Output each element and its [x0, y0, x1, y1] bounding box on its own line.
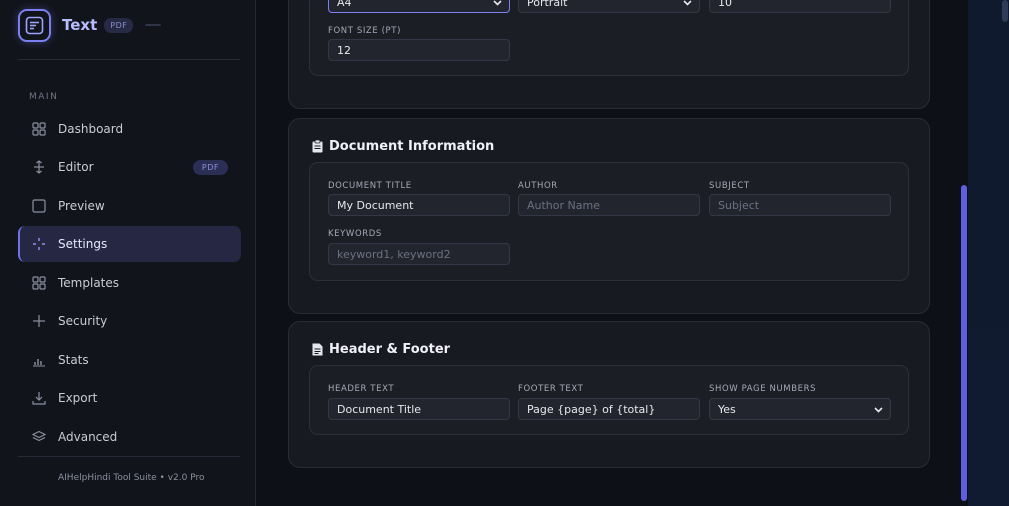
sidebar-item-settings[interactable]: Settings	[18, 226, 241, 262]
sidebar-item-preview[interactable]: Preview	[18, 188, 241, 224]
chevron-down-icon	[493, 0, 502, 6]
sparkle-icon	[31, 236, 47, 252]
sidebar-item-label: Templates	[58, 276, 120, 290]
sidebar-item-label: Stats	[58, 353, 89, 367]
window-scrollbar-thumb[interactable]	[1002, 0, 1008, 22]
app-root: Text PDF MAIN Dashboard Editor PDF Previ…	[0, 0, 1009, 506]
card-title: Document Information	[312, 139, 494, 154]
show-page-numbers-select[interactable]: Yes	[709, 398, 891, 420]
sidebar-footer: AIHelpHindi Tool Suite • v2.0 Pro	[58, 473, 205, 483]
font-size-input[interactable]	[328, 39, 510, 61]
author-label: AUTHOR	[518, 181, 558, 191]
chevron-down-icon	[874, 407, 883, 413]
sidebar: Text PDF MAIN Dashboard Editor PDF Previ…	[0, 0, 256, 506]
move-icon	[31, 159, 47, 175]
sidebar-item-label: Dashboard	[58, 122, 124, 136]
footer-text-label: FOOTER TEXT	[518, 384, 584, 394]
document-title-label: DOCUMENT TITLE	[328, 181, 412, 191]
show-page-numbers-label: SHOW PAGE NUMBERS	[709, 384, 817, 394]
layers-icon	[31, 429, 47, 445]
sidebar-divider	[18, 59, 240, 60]
font-size-label: FONT SIZE (PT)	[328, 26, 401, 36]
plus-icon	[31, 313, 47, 329]
right-background	[968, 0, 1009, 506]
sidebar-item-dashboard[interactable]: Dashboard	[18, 111, 241, 147]
sidebar-item-templates[interactable]: Templates	[18, 265, 241, 301]
sidebar-item-label: Editor	[58, 160, 94, 174]
nav-section-label: MAIN	[29, 92, 59, 102]
grid-icon	[31, 121, 47, 137]
sidebar-item-label: Export	[58, 391, 98, 405]
document-logo-icon	[18, 8, 51, 42]
download-icon	[31, 390, 47, 406]
show-page-numbers-value: Yes	[718, 402, 736, 416]
card-title: Header & Footer	[312, 342, 450, 357]
document-information-title: Document Information	[329, 139, 495, 154]
grid-icon	[31, 275, 47, 291]
header-footer-title: Header & Footer	[329, 342, 451, 357]
keywords-input[interactable]	[328, 243, 510, 265]
margin-input[interactable]	[709, 0, 891, 13]
bar-chart-icon	[31, 352, 47, 368]
clipboard-icon	[312, 140, 324, 154]
header-text-input[interactable]	[328, 398, 510, 420]
subject-input[interactable]	[709, 194, 891, 216]
brand-badge: PDF	[104, 17, 134, 33]
header-footer-panel: HEADER TEXT FOOTER TEXT SHOW PAGE NUMBER…	[309, 365, 909, 435]
orientation-select[interactable]: Portrait	[518, 0, 700, 13]
sidebar-item-label: Security	[58, 314, 108, 328]
sidebar-item-security[interactable]: Security	[18, 303, 241, 339]
main-content: A4 Portrait FONT SIZE (PT) Document Info…	[256, 0, 968, 506]
page-settings-card: A4 Portrait FONT SIZE (PT)	[288, 0, 930, 109]
chevron-down-icon	[683, 0, 692, 6]
page-settings-panel: A4 Portrait FONT SIZE (PT)	[309, 0, 909, 76]
keywords-label: KEYWORDS	[328, 229, 382, 239]
header-text-label: HEADER TEXT	[328, 384, 395, 394]
brand[interactable]: Text PDF	[18, 8, 162, 42]
subject-label: SUBJECT	[709, 181, 750, 191]
square-icon	[31, 198, 47, 214]
main-scrollbar-thumb[interactable]	[961, 185, 967, 501]
sidebar-divider	[18, 456, 240, 457]
sidebar-item-advanced[interactable]: Advanced	[18, 419, 241, 455]
author-input[interactable]	[518, 194, 700, 216]
brand-title: Text	[62, 16, 98, 34]
sidebar-item-editor[interactable]: Editor PDF	[18, 149, 241, 185]
page-size-value: A4	[337, 0, 352, 9]
document-information-card: Document Information DOCUMENT TITLE AUTH…	[288, 118, 930, 314]
orientation-value: Portrait	[527, 0, 568, 9]
document-icon	[312, 343, 324, 357]
page-size-select[interactable]: A4	[328, 0, 510, 13]
header-footer-card: Header & Footer HEADER TEXT FOOTER TEXT …	[288, 321, 930, 468]
footer-text-input[interactable]	[518, 398, 700, 420]
sidebar-item-export[interactable]: Export	[18, 380, 241, 416]
document-title-input[interactable]	[328, 194, 510, 216]
sidebar-item-label: Preview	[58, 199, 105, 213]
sidebar-item-label: Settings	[58, 237, 108, 251]
sidebar-item-label: Advanced	[58, 430, 118, 444]
document-information-panel: DOCUMENT TITLE AUTHOR SUBJECT KEYWORDS	[309, 162, 909, 281]
editor-badge: PDF	[192, 159, 228, 175]
sidebar-item-stats[interactable]: Stats	[18, 342, 241, 378]
collapse-handle[interactable]	[145, 24, 162, 26]
